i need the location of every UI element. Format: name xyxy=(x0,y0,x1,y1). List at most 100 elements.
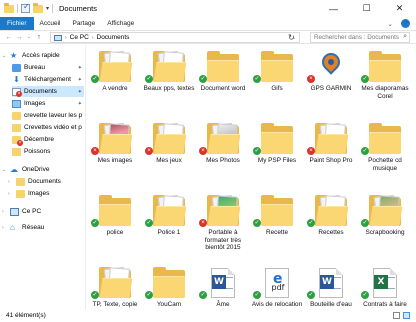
pin-icon: ✦ xyxy=(77,76,82,83)
minimize-button[interactable]: — xyxy=(317,0,350,17)
navigation-pane: ⌄ ★ Accès rapide Bureau ✦ ⬇ Téléchargeme… xyxy=(0,45,86,310)
tab-affichage[interactable]: Affichage xyxy=(101,17,140,30)
sync-ok-icon: ✓ xyxy=(253,219,261,227)
file-item[interactable]: ✓ Document word xyxy=(196,47,250,109)
sidebar-item-crevettes-video[interactable]: Crevettes vidéo et p xyxy=(12,122,84,133)
sidebar-item-poissons[interactable]: Poissons xyxy=(12,146,84,157)
file-item[interactable]: × Mes jeux xyxy=(142,119,196,181)
sidebar-item-bureau[interactable]: Bureau ✦ xyxy=(12,62,84,73)
customize-toolbar-chevron-icon[interactable]: ▾ xyxy=(46,5,49,12)
file-item[interactable]: ✓ Mes diaporamas Corel xyxy=(358,47,412,109)
file-item[interactable]: ✓ Police 1 xyxy=(142,191,196,253)
breadcrumb-documents[interactable]: Documents xyxy=(97,34,130,41)
details-view-icon[interactable] xyxy=(393,312,400,319)
folder-icon xyxy=(259,194,295,228)
new-folder-icon[interactable] xyxy=(33,2,43,13)
sync-error-icon: × xyxy=(199,219,207,227)
file-item[interactable]: × Mes images xyxy=(88,119,142,181)
forward-arrow-icon[interactable]: → xyxy=(14,34,24,41)
tab-partage[interactable]: Partage xyxy=(66,17,101,30)
file-item[interactable]: ✓ Beaux pps, textes xyxy=(142,47,196,109)
chevron-right-icon: › xyxy=(91,34,94,41)
sidebar-item-label: Décembre xyxy=(24,136,54,143)
file-item[interactable]: X ✓ Contrats à faire xyxy=(358,263,412,310)
file-item[interactable]: ✓ police xyxy=(88,191,142,253)
file-name: police xyxy=(106,229,124,236)
sidebar-item-decembre[interactable]: × Décembre xyxy=(12,134,84,146)
file-list: ✓ A vendre ✓ Beaux pps, textes ✓ Document wor… xyxy=(88,45,416,310)
folder-icon xyxy=(367,122,403,156)
tab-accueil[interactable]: Accueil xyxy=(34,17,67,30)
file-item[interactable]: × Portable à formater très bientôt 2015 xyxy=(196,191,250,253)
file-item[interactable]: W ✓ Âme xyxy=(196,263,250,310)
expand-chevron-icon[interactable]: › xyxy=(2,209,7,215)
file-item[interactable]: × GPS GARMIN xyxy=(304,47,358,109)
large-icons-view-icon[interactable] xyxy=(403,312,410,319)
file-item[interactable]: ✓ My PSP Files xyxy=(250,119,304,181)
file-name: Document word xyxy=(200,85,246,92)
sync-error-icon: × xyxy=(91,147,99,155)
close-button[interactable]: ✕ xyxy=(383,0,416,17)
sidebar-item-label: Ce PC xyxy=(22,208,42,215)
file-item[interactable]: ✓ A vendre xyxy=(88,47,142,109)
collapse-chevron-icon[interactable]: ⌄ xyxy=(2,167,7,173)
file-item[interactable]: × Mes Photos xyxy=(196,119,250,181)
address-bar[interactable]: › Ce PC › Documents ⌄ xyxy=(50,32,300,43)
file-item[interactable]: ✓ TP, Texte, copie xyxy=(88,263,142,310)
folder-icon xyxy=(16,177,25,186)
sidebar-item-telechargement[interactable]: ⬇ Téléchargement ✦ xyxy=(12,74,84,85)
search-placeholder: Rechercher dans : Documents xyxy=(314,34,400,41)
sidebar-item-onedrive[interactable]: ⌄ ☁ OneDrive xyxy=(2,164,84,175)
file-item[interactable]: × Paint Shop Pro xyxy=(304,119,358,181)
file-item[interactable]: W ✓ Bouteille d'eau xyxy=(304,263,358,310)
tab-fichier[interactable]: Fichier xyxy=(0,17,34,30)
sidebar-item-crevette-laveur[interactable]: crevette laveur les p xyxy=(12,110,84,121)
navigation-bar: ← → ⌄ ↑ › Ce PC › Documents ⌄ ↻ Recherch… xyxy=(0,30,416,44)
properties-icon[interactable] xyxy=(21,2,30,13)
file-name: GPS GARMIN xyxy=(310,85,352,92)
word-document-icon: W xyxy=(205,266,241,300)
collapse-chevron-icon[interactable]: ⌄ xyxy=(2,53,7,59)
file-item[interactable]: ✓ Scrapbooking xyxy=(358,191,412,253)
sidebar-item-label: Images xyxy=(28,190,50,197)
file-item[interactable]: ✓ Gifs xyxy=(250,47,304,109)
sidebar-item-ce-pc[interactable]: › Ce PC xyxy=(2,206,84,217)
refresh-icon[interactable]: ↻ xyxy=(288,33,295,42)
sidebar-item-label: Images xyxy=(24,100,46,107)
sync-ok-icon: ✓ xyxy=(361,147,369,155)
back-arrow-icon[interactable]: ← xyxy=(4,34,14,41)
sync-ok-icon: ✓ xyxy=(253,75,261,83)
folder-icon xyxy=(12,147,21,156)
file-name: Gifs xyxy=(271,85,283,92)
expand-chevron-icon[interactable]: › xyxy=(8,179,13,185)
sidebar-item-onedrive-documents[interactable]: › Documents xyxy=(8,176,84,187)
file-name: Mes images xyxy=(97,157,133,164)
sync-ok-icon: ✓ xyxy=(91,219,99,227)
search-input[interactable]: Rechercher dans : Documents ⌕ xyxy=(310,32,410,43)
sidebar-item-images[interactable]: Images ✦ xyxy=(12,98,84,109)
expand-ribbon-chevron-icon[interactable]: ⌄ xyxy=(388,20,393,28)
folder-icon xyxy=(151,266,187,300)
file-item[interactable]: ✓ Recette xyxy=(250,191,304,253)
sync-ok-icon: ✓ xyxy=(145,219,153,227)
recent-locations-chevron-icon[interactable]: ⌄ xyxy=(24,34,34,40)
sidebar-item-acces-rapide[interactable]: ⌄ ★ Accès rapide xyxy=(2,50,84,61)
file-item[interactable]: ✓ Recettes xyxy=(304,191,358,253)
file-item[interactable]: ✓ Pochette cd musique xyxy=(358,119,412,181)
expand-chevron-icon[interactable]: › xyxy=(2,225,7,231)
sync-ok-icon: ✓ xyxy=(361,75,369,83)
sync-ok-icon: ✓ xyxy=(307,291,315,299)
breadcrumb-ce-pc[interactable]: Ce PC xyxy=(70,34,89,41)
sidebar-item-reseau[interactable]: › ⌂ Réseau xyxy=(2,222,84,233)
help-icon[interactable]: ? xyxy=(401,19,410,28)
sidebar-item-documents[interactable]: × Documents ✦ xyxy=(12,86,84,97)
pin-icon: ✦ xyxy=(77,88,82,95)
maximize-button[interactable]: ☐ xyxy=(350,0,383,17)
sidebar-item-onedrive-images[interactable]: › Images xyxy=(8,188,84,199)
desktop-icon xyxy=(12,63,21,72)
file-item[interactable]: ✓ YouCam xyxy=(142,263,196,310)
pin-icon: ✦ xyxy=(77,64,82,71)
file-item[interactable]: e pdf ✓ Avis de relocation xyxy=(250,263,304,310)
expand-chevron-icon[interactable]: › xyxy=(8,191,13,197)
up-arrow-icon[interactable]: ↑ xyxy=(34,34,44,41)
